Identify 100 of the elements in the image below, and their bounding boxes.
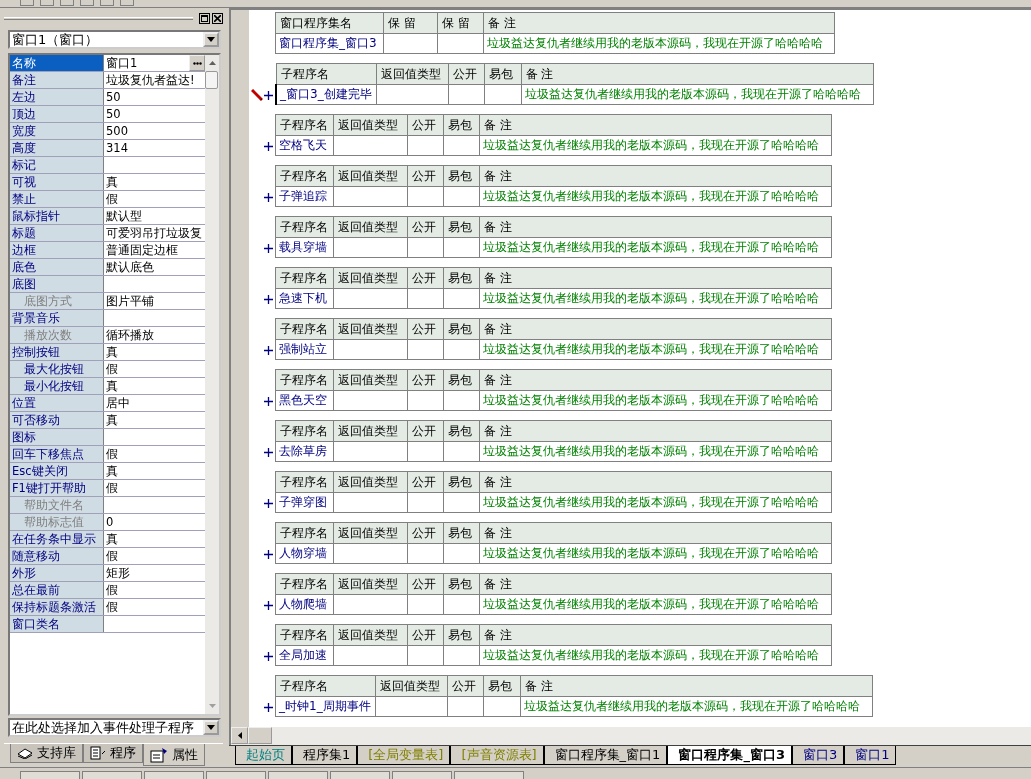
property-name[interactable]: 可否移动 bbox=[10, 412, 104, 428]
comment-cell: 垃圾益达复仇者继续用我的老版本源码，我现在开源了哈哈哈哈 bbox=[521, 84, 873, 105]
panel-tab[interactable]: 程序 bbox=[83, 744, 143, 763]
subroutine-name: 人物爬墙 bbox=[279, 597, 327, 611]
property-name[interactable]: 左边 bbox=[10, 89, 104, 105]
plus-icon[interactable] bbox=[264, 651, 273, 661]
column-header: 备 注 bbox=[479, 267, 832, 289]
plus-icon[interactable] bbox=[264, 396, 273, 406]
property-value: 循环播放 bbox=[106, 327, 155, 343]
toolbar-tab[interactable] bbox=[144, 771, 204, 779]
property-name[interactable]: 最小化按钮 bbox=[10, 378, 104, 394]
dots-icon bbox=[192, 61, 202, 65]
column-header: 返回值类型 bbox=[376, 63, 448, 85]
toolbar-button[interactable] bbox=[80, 0, 94, 6]
panel-tab[interactable]: 属性 bbox=[143, 744, 205, 766]
plus-icon[interactable] bbox=[264, 549, 273, 559]
editor-tab[interactable]: 窗口1 bbox=[844, 746, 897, 765]
plus-icon[interactable] bbox=[264, 294, 273, 304]
property-name[interactable]: 控制按钮 bbox=[10, 344, 104, 360]
property-name[interactable]: 随意移动 bbox=[10, 548, 104, 564]
property-name[interactable]: 标记 bbox=[10, 157, 104, 173]
column-header: 返回值类型 bbox=[333, 165, 408, 187]
property-value: 真 bbox=[106, 344, 119, 360]
property-name[interactable]: Esc键关闭 bbox=[10, 463, 104, 479]
toolbar-tab[interactable] bbox=[330, 771, 390, 779]
editor-tab[interactable]: 窗口程序集_窗口3 bbox=[667, 746, 792, 765]
property-name[interactable]: 在任务条中显示 bbox=[10, 531, 104, 547]
arrow-up-icon[interactable] bbox=[208, 61, 216, 65]
property-name[interactable]: 背景音乐 bbox=[10, 310, 104, 326]
property-name[interactable]: 高度 bbox=[10, 140, 104, 156]
property-name[interactable]: 可视 bbox=[10, 174, 104, 190]
property-name[interactable]: 宽度 bbox=[10, 123, 104, 139]
property-name[interactable]: 外形 bbox=[10, 565, 104, 581]
property-name[interactable]: 边框 bbox=[10, 242, 104, 258]
toolbar-tab[interactable] bbox=[206, 771, 266, 779]
column-header: 返回值类型 bbox=[333, 318, 408, 340]
editor-tab[interactable]: 窗口程序集_窗口1 bbox=[543, 746, 668, 765]
toolbar-button[interactable] bbox=[40, 0, 54, 6]
scrollbar-track[interactable] bbox=[205, 55, 219, 714]
editor-tab[interactable]: 程序集1 bbox=[292, 746, 358, 765]
plus-icon[interactable] bbox=[264, 192, 273, 202]
column-header: 公开 bbox=[448, 63, 484, 85]
plus-icon[interactable] bbox=[264, 447, 273, 457]
property-value: 真 bbox=[106, 463, 119, 479]
column-header: 子程序名 bbox=[275, 420, 334, 442]
toolbar-button[interactable] bbox=[120, 0, 134, 6]
property-name[interactable]: 标题 bbox=[10, 225, 104, 241]
property-name[interactable]: 名称 bbox=[10, 55, 104, 71]
panel-tab[interactable]: 支持库 bbox=[10, 744, 83, 763]
toolbar-tab[interactable] bbox=[82, 771, 142, 779]
property-name[interactable]: 回车下移焦点 bbox=[10, 446, 104, 462]
toolbar-tab[interactable] bbox=[268, 771, 328, 779]
property-name[interactable]: 总在最前 bbox=[10, 582, 104, 598]
property-name[interactable]: 窗口类名 bbox=[10, 616, 104, 632]
toolbar-tab[interactable] bbox=[454, 771, 524, 779]
column-header: 返回值类型 bbox=[333, 114, 408, 136]
property-name[interactable]: 保持标题条激活 bbox=[10, 599, 104, 615]
plus-icon[interactable] bbox=[264, 141, 273, 151]
property-name[interactable]: 顶边 bbox=[10, 106, 104, 122]
plus-icon[interactable] bbox=[264, 498, 273, 508]
plus-icon[interactable] bbox=[264, 90, 273, 100]
editor-tab[interactable]: 窗口3 bbox=[791, 746, 845, 765]
property-value: 矩形 bbox=[106, 565, 131, 581]
column-header: 返回值类型 bbox=[333, 522, 408, 544]
property-name[interactable]: 图标 bbox=[10, 429, 104, 445]
column-header: 保 留 bbox=[437, 12, 484, 34]
toolbar-button[interactable] bbox=[60, 0, 74, 6]
plus-icon[interactable] bbox=[264, 702, 273, 712]
properties-icon bbox=[150, 746, 168, 763]
object-select[interactable]: 窗口1（窗口） bbox=[8, 30, 221, 49]
property-name[interactable]: 位置 bbox=[10, 395, 104, 411]
close-button[interactable] bbox=[212, 12, 223, 24]
column-header: 子程序名 bbox=[275, 624, 334, 646]
ellipsis-button[interactable] bbox=[189, 55, 205, 71]
plus-icon[interactable] bbox=[264, 345, 273, 355]
property-name[interactable]: 底色 bbox=[10, 259, 104, 275]
scroll-thumb[interactable] bbox=[205, 71, 218, 89]
column-header: 备 注 bbox=[479, 573, 832, 595]
subroutine-name: 急速下机 bbox=[279, 291, 327, 305]
subroutine-name: 黑色天空 bbox=[279, 393, 327, 407]
property-name[interactable]: 鼠标指针 bbox=[10, 208, 104, 224]
toolbar-button[interactable] bbox=[20, 0, 34, 6]
property-name[interactable]: F1键打开帮助 bbox=[10, 480, 104, 496]
toolbar-tab[interactable] bbox=[392, 771, 452, 779]
property-name[interactable]: 备注 bbox=[10, 72, 104, 88]
column-header: 易包 bbox=[443, 318, 480, 340]
column-header: 公开 bbox=[407, 522, 444, 544]
restore-button[interactable] bbox=[199, 12, 210, 24]
column-header: 公开 bbox=[407, 420, 444, 442]
property-name[interactable]: 底图 bbox=[10, 276, 104, 292]
property-name[interactable]: 最大化按钮 bbox=[10, 361, 104, 377]
property-value: 假 bbox=[106, 599, 119, 615]
plus-icon[interactable] bbox=[264, 243, 273, 253]
toolbar-tab[interactable] bbox=[20, 771, 80, 779]
scroll-left-button[interactable] bbox=[231, 727, 248, 744]
property-name[interactable]: 禁止 bbox=[10, 191, 104, 207]
event-select[interactable]: 在此处选择加入事件处理子程序 bbox=[8, 718, 221, 737]
plus-icon[interactable] bbox=[264, 600, 273, 610]
toolbar-button[interactable] bbox=[100, 0, 114, 6]
property-value: 真 bbox=[106, 412, 119, 428]
